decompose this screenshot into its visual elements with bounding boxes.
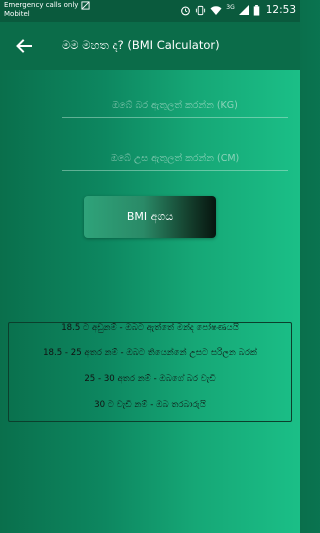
- no-sim-icon: [81, 1, 90, 10]
- alarm-icon: [181, 6, 191, 15]
- network-type: 3G: [226, 4, 235, 11]
- height-input[interactable]: [62, 147, 288, 169]
- status-bar: Emergency calls only Mobitel 3G 12:53: [0, 0, 300, 22]
- bmi-range-underweight: 18.5 ට අඩුනම් - ඔබට ඇත්තේ මන්ද පෝෂණයයි: [61, 323, 239, 333]
- signal-icon: [238, 5, 249, 15]
- emergency-notice: Emergency calls only: [4, 1, 79, 9]
- weight-input[interactable]: [62, 94, 288, 116]
- weight-input-underline: [62, 117, 288, 118]
- clock: 12:53: [265, 4, 296, 16]
- app-bar: මම මහත ද? (BMI Calculator): [0, 22, 300, 70]
- wifi-icon: [210, 5, 222, 15]
- back-button[interactable]: [12, 34, 36, 58]
- vibrate-icon: [196, 5, 206, 15]
- calculate-bmi-button[interactable]: BMI අගය: [84, 196, 216, 238]
- battery-icon: [253, 4, 259, 16]
- status-right: 3G 12:53: [180, 4, 296, 16]
- page-title: මම මහත ද? (BMI Calculator): [62, 38, 220, 52]
- arrow-back-icon: [16, 39, 32, 53]
- height-input-underline: [62, 170, 288, 171]
- status-left: Emergency calls only Mobitel: [4, 1, 90, 19]
- bmi-range-normal: 18.5 - 25 අතර නම් - ඔබට තියෙන්නේ උසට සරි…: [43, 348, 257, 358]
- bmi-range-overweight: 25 - 30 අතර නම් - ඔබගේ බර වැඩි: [84, 374, 216, 384]
- bmi-range-obese: 30 ට වැඩි නම් - ඔබ තරබාරුයි: [94, 400, 206, 410]
- carrier-name: Mobitel: [4, 10, 30, 18]
